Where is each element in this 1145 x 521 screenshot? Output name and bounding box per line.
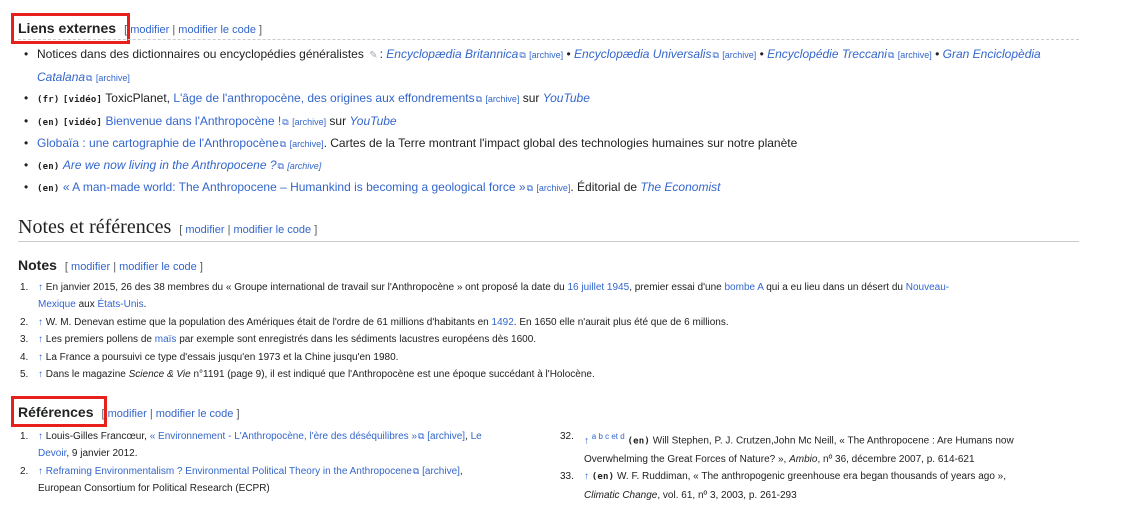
archive-link[interactable]: [archive] [422, 466, 460, 477]
section-title: Liens externes [18, 20, 117, 36]
edit-button[interactable]: modifier [185, 224, 224, 236]
external-link-icon: ⧉ [519, 50, 526, 60]
references-list-right: 32. ↑ a b c et d (en) Will Stephen, P. J… [548, 428, 1078, 504]
edit-code-button[interactable]: modifier le code [119, 261, 197, 273]
edit-links: [ modifier | modifier le code ] [124, 24, 263, 36]
backlink-arrow[interactable]: ↑ [38, 317, 43, 328]
list-item: 5. ↑ Dans le magazine Science & Vie n°11… [20, 369, 595, 381]
edit-button[interactable]: modifier [71, 261, 110, 273]
link-1492[interactable]: 1492 [492, 317, 514, 328]
heading-references: Références [ modifier | modifier le code… [18, 404, 1079, 420]
section-title: Notes [18, 257, 57, 273]
list-item: Notices dans des dictionnaires ou encycl… [18, 44, 1079, 88]
list-item: 32. ↑ a b c et d (en) Will Stephen, P. J… [560, 431, 1014, 465]
archive-link[interactable]: [archive] [96, 73, 130, 83]
external-link-icon: ⧉ [712, 50, 719, 60]
link-toxicplanet[interactable]: L'âge de l'anthropocène, des origines au… [173, 91, 474, 105]
link-reference[interactable]: Reframing Environmentalism ? Environment… [46, 466, 412, 477]
list-item: 33. ↑ (en) W. F. Ruddiman, « The anthrop… [560, 471, 1007, 501]
external-link-icon: ⧉ [277, 160, 284, 171]
archive-link[interactable]: [archive] [529, 50, 563, 60]
archive-link[interactable]: [archive] [485, 94, 519, 104]
link-treccani[interactable]: Encyclopédie Treccani [767, 47, 887, 61]
section-references: Références [ modifier | modifier le code… [18, 404, 1079, 504]
edit-button[interactable]: modifier [108, 408, 147, 420]
link-reference[interactable]: « Environnement - L'Anthropocène, l'ère … [150, 431, 417, 442]
list-item: 2. ↑ Reframing Environmentalism ? Enviro… [18, 463, 548, 498]
link-universalis[interactable]: Encyclopædia Universalis [574, 47, 711, 61]
section-liens-externes: Liens externes [ modifier | modifier le … [18, 20, 1079, 200]
references-columns: 1. ↑ Louis-Gilles Francœur, « Environnem… [18, 428, 1079, 504]
list-item: (en) Are we now living in the Anthropoce… [18, 155, 1079, 178]
list-item: (en) [vidéo] Bienvenue dans l'Anthropocè… [18, 111, 1079, 134]
list-item: 3. ↑ Les premiers pollens de maïs par ex… [20, 334, 537, 346]
section-notes-et-references: Notes et références [ modifier | modifie… [18, 216, 1079, 242]
external-link-icon: ⧉ [412, 465, 420, 476]
edit-code-button[interactable]: modifier le code [156, 408, 234, 420]
list-item: 1. ↑ En janvier 2015, 26 des 38 membres … [20, 282, 950, 311]
references-list-left: 1. ↑ Louis-Gilles Francœur, « Environnem… [18, 428, 548, 504]
archive-link[interactable]: [archive] [292, 117, 326, 127]
link-youtube[interactable]: YouTube [543, 91, 590, 105]
external-link-icon: ⧉ [418, 431, 425, 441]
backlink-arrow[interactable]: ↑ [584, 471, 589, 482]
edit-links: [ modifier | modifier le code ] [64, 261, 203, 273]
external-link-icon: ⧉ [86, 72, 93, 83]
link-economist[interactable]: The Economist [640, 180, 720, 194]
heading-notes-et-references: Notes et références [ modifier | modifie… [18, 216, 1079, 242]
external-link-icon: ⧉ [526, 183, 533, 193]
link-are-we-living[interactable]: Are we now living in the Anthropocene ? [63, 158, 277, 172]
link-mais[interactable]: maïs [155, 334, 177, 345]
section-title: Références [18, 404, 94, 420]
edit-links: [ modifier | modifier le code ] [101, 408, 240, 420]
link-britannica[interactable]: Encyclopædia Britannica [386, 47, 518, 61]
edit-links: [ modifier | modifier le code ] [179, 224, 318, 236]
list-item: (en) « A man-made world: The Anthropocen… [18, 177, 1079, 200]
backlink-arrow[interactable]: ↑ [38, 466, 43, 477]
external-link-icon: ⧉ [887, 50, 895, 60]
list-item: 2. ↑ W. M. Denevan estime que la populat… [20, 316, 729, 328]
list-item: (fr) [vidéo] ToxicPlanet, L'âge de l'ant… [18, 88, 1079, 111]
backlink-arrow[interactable]: ↑ [38, 369, 43, 380]
heading-notes: Notes [ modifier | modifier le code ] [18, 257, 1079, 273]
section-title: Notes et références [18, 216, 172, 238]
link-bienvenue[interactable]: Bienvenue dans l'Anthropocène ! [106, 114, 282, 128]
edit-button[interactable]: modifier [130, 24, 169, 36]
external-link-icon: ⧉ [282, 116, 289, 127]
archive-link[interactable]: [archive] [427, 431, 465, 442]
backlink-arrow[interactable]: ↑ [38, 334, 43, 345]
external-links-list: Notices dans des dictionnaires ou encycl… [18, 44, 1079, 200]
backlink-letters[interactable]: a b c et d [592, 432, 625, 441]
edit-code-button[interactable]: modifier le code [178, 24, 256, 36]
list-item: 1. ↑ Louis-Gilles Francœur, « Environnem… [18, 428, 548, 463]
notes-list: 1. ↑ En janvier 2015, 26 des 38 membres … [18, 279, 1079, 383]
backlink-arrow[interactable]: ↑ [584, 435, 589, 446]
section-notes: Notes [ modifier | modifier le code ] 1.… [18, 257, 1079, 383]
archive-link[interactable]: [archive] [290, 139, 324, 149]
heading-liens-externes: Liens externes [ modifier | modifier le … [18, 20, 1079, 40]
pencil-icon[interactable]: ✎ [369, 50, 377, 61]
archive-link[interactable]: [archive] [722, 50, 756, 60]
archive-link[interactable]: [archive] [898, 50, 932, 60]
link-youtube[interactable]: YouTube [349, 114, 396, 128]
archive-link[interactable]: [archive] [287, 161, 321, 171]
link-globaia[interactable]: Globaïa : une cartographie de l'Anthropo… [37, 136, 279, 150]
link-man-made-world[interactable]: « A man-made world: The Anthropocene – H… [63, 180, 526, 194]
external-link-icon: ⧉ [475, 94, 483, 104]
list-item: Globaïa : une cartographie de l'Anthropo… [18, 133, 1079, 155]
edit-code-button[interactable]: modifier le code [233, 224, 311, 236]
backlink-arrow[interactable]: ↑ [38, 352, 43, 363]
archive-link[interactable]: [archive] [536, 183, 570, 193]
list-item: 4. ↑ La France a poursuivi ce type d'ess… [20, 351, 399, 363]
backlink-arrow[interactable]: ↑ [38, 431, 43, 442]
link-etats-unis[interactable]: États-Unis [98, 299, 144, 310]
backlink-arrow[interactable]: ↑ [38, 282, 43, 293]
external-link-icon: ⧉ [279, 139, 287, 149]
link-bombe-a[interactable]: bombe A [724, 282, 763, 293]
link-date[interactable]: 16 juillet 1945 [567, 282, 629, 293]
